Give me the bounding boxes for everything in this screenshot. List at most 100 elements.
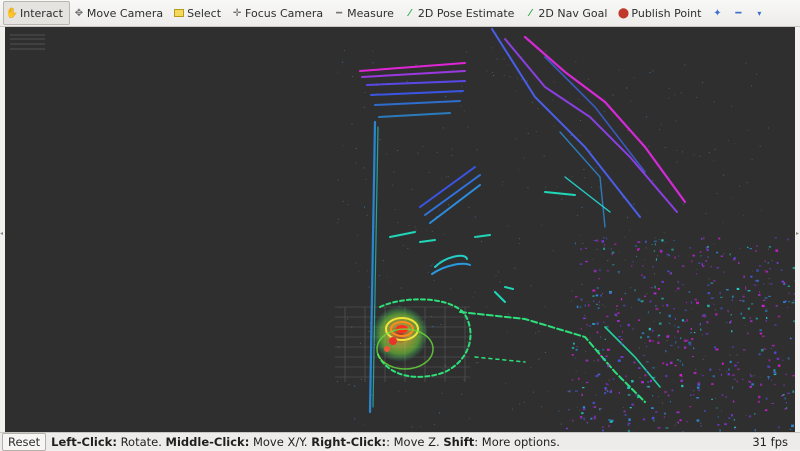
scatter-point bbox=[527, 187, 528, 188]
foliage-point bbox=[632, 261, 633, 262]
foliage-point bbox=[690, 406, 692, 407]
scatter-point bbox=[476, 149, 477, 150]
foliage-point bbox=[720, 297, 722, 298]
scatter-point bbox=[572, 83, 573, 84]
scatter-point bbox=[596, 395, 597, 396]
select-tool-button[interactable]: Select bbox=[170, 1, 228, 25]
scatter-point bbox=[579, 410, 580, 411]
scatter-point bbox=[390, 116, 391, 117]
scatter-point bbox=[591, 187, 592, 188]
foliage-point bbox=[754, 413, 755, 415]
foliage-point bbox=[585, 248, 587, 249]
scatter-point bbox=[412, 426, 413, 427]
foliage-point bbox=[621, 356, 624, 358]
foliage-point bbox=[697, 419, 700, 421]
scatter-point bbox=[472, 297, 473, 298]
scatter-point bbox=[420, 426, 421, 427]
reset-button[interactable]: Reset bbox=[2, 433, 46, 451]
foliage-point bbox=[583, 318, 586, 320]
scatter-point bbox=[355, 163, 356, 164]
scatter-point bbox=[337, 222, 338, 223]
scatter-point bbox=[756, 74, 757, 75]
scatter-point bbox=[531, 285, 532, 286]
foliage-point bbox=[677, 330, 679, 332]
nav-goal-tool-button[interactable]: ⁄ 2D Nav Goal bbox=[521, 1, 614, 25]
foliage-point bbox=[682, 319, 684, 321]
foliage-point bbox=[698, 390, 699, 392]
add-tool-button[interactable]: ✦ bbox=[708, 1, 729, 25]
foliage-point bbox=[706, 260, 708, 262]
foliage-point bbox=[608, 425, 610, 427]
scatter-point bbox=[383, 260, 384, 261]
foliage-point bbox=[630, 407, 632, 408]
move-camera-tool-button[interactable]: ✥ Move Camera bbox=[70, 1, 170, 25]
foliage-point bbox=[678, 422, 679, 424]
foliage-point bbox=[708, 292, 711, 294]
tool-menu-button[interactable]: ▾ bbox=[750, 1, 771, 25]
scatter-point bbox=[750, 374, 751, 375]
foliage-point bbox=[603, 322, 604, 323]
scatter-point bbox=[467, 127, 468, 128]
foliage-point bbox=[793, 267, 795, 269]
foliage-point bbox=[711, 383, 714, 385]
point-cloud-scene[interactable] bbox=[5, 27, 795, 432]
foliage-point bbox=[666, 364, 668, 366]
scatter-point bbox=[636, 256, 637, 257]
foliage-point bbox=[652, 367, 655, 368]
scatter-point bbox=[721, 411, 722, 412]
remove-tool-button[interactable]: ━ bbox=[729, 1, 750, 25]
scatter-point bbox=[478, 362, 479, 363]
scatter-point bbox=[576, 371, 577, 372]
scatter-point bbox=[752, 159, 753, 160]
foliage-point bbox=[732, 299, 733, 301]
scatter-point bbox=[424, 339, 425, 340]
scatter-point bbox=[363, 71, 364, 72]
scatter-point bbox=[585, 351, 586, 352]
publish-point-tool-button[interactable]: ⬤ Publish Point bbox=[614, 1, 708, 25]
pose-estimate-tool-button[interactable]: ⁄ 2D Pose Estimate bbox=[401, 1, 522, 25]
scatter-point bbox=[505, 383, 506, 384]
foliage-point bbox=[617, 312, 619, 313]
foliage-point bbox=[783, 283, 785, 285]
scatter-point bbox=[772, 260, 773, 261]
foliage-point bbox=[586, 382, 589, 383]
scatter-point bbox=[747, 182, 748, 183]
scatter-point bbox=[448, 176, 449, 177]
select-tool-label: Select bbox=[187, 7, 221, 20]
scatter-point bbox=[437, 152, 438, 153]
scatter-point bbox=[751, 85, 752, 86]
scatter-point bbox=[580, 235, 581, 236]
render-viewport[interactable] bbox=[5, 27, 795, 432]
foliage-point bbox=[655, 411, 657, 412]
scatter-point bbox=[514, 268, 515, 269]
focus-camera-tool-button[interactable]: ✛ Focus Camera bbox=[228, 1, 330, 25]
scatter-point bbox=[754, 375, 755, 376]
scatter-point bbox=[705, 355, 706, 356]
foliage-point bbox=[785, 397, 786, 399]
right-dock-handle-icon[interactable]: ▸ bbox=[796, 230, 800, 236]
foliage-point bbox=[738, 262, 740, 264]
scatter-point bbox=[590, 338, 591, 339]
foliage-point bbox=[791, 425, 794, 428]
scatter-point bbox=[631, 307, 632, 308]
scatter-point bbox=[403, 245, 404, 246]
foliage-point bbox=[695, 299, 697, 301]
foliage-point bbox=[783, 301, 785, 303]
measure-tool-label: Measure bbox=[347, 7, 394, 20]
foliage-point bbox=[700, 323, 701, 326]
left-dock-handle-icon[interactable]: ◂ bbox=[0, 230, 4, 236]
foliage-point bbox=[646, 346, 647, 348]
measure-tool-button[interactable]: ━ Measure bbox=[330, 1, 401, 25]
scatter-point bbox=[616, 316, 617, 317]
foliage-point bbox=[607, 349, 610, 351]
foliage-point bbox=[600, 294, 602, 296]
interact-tool-button[interactable]: ✋ Interact bbox=[3, 1, 70, 25]
foliage-point bbox=[691, 328, 692, 330]
foliage-point bbox=[612, 264, 614, 265]
scatter-point bbox=[508, 314, 509, 315]
scatter-point bbox=[768, 283, 769, 284]
foliage-point bbox=[658, 288, 660, 290]
scatter-point bbox=[372, 51, 373, 52]
scatter-point bbox=[731, 106, 732, 107]
scatter-point bbox=[699, 382, 700, 383]
